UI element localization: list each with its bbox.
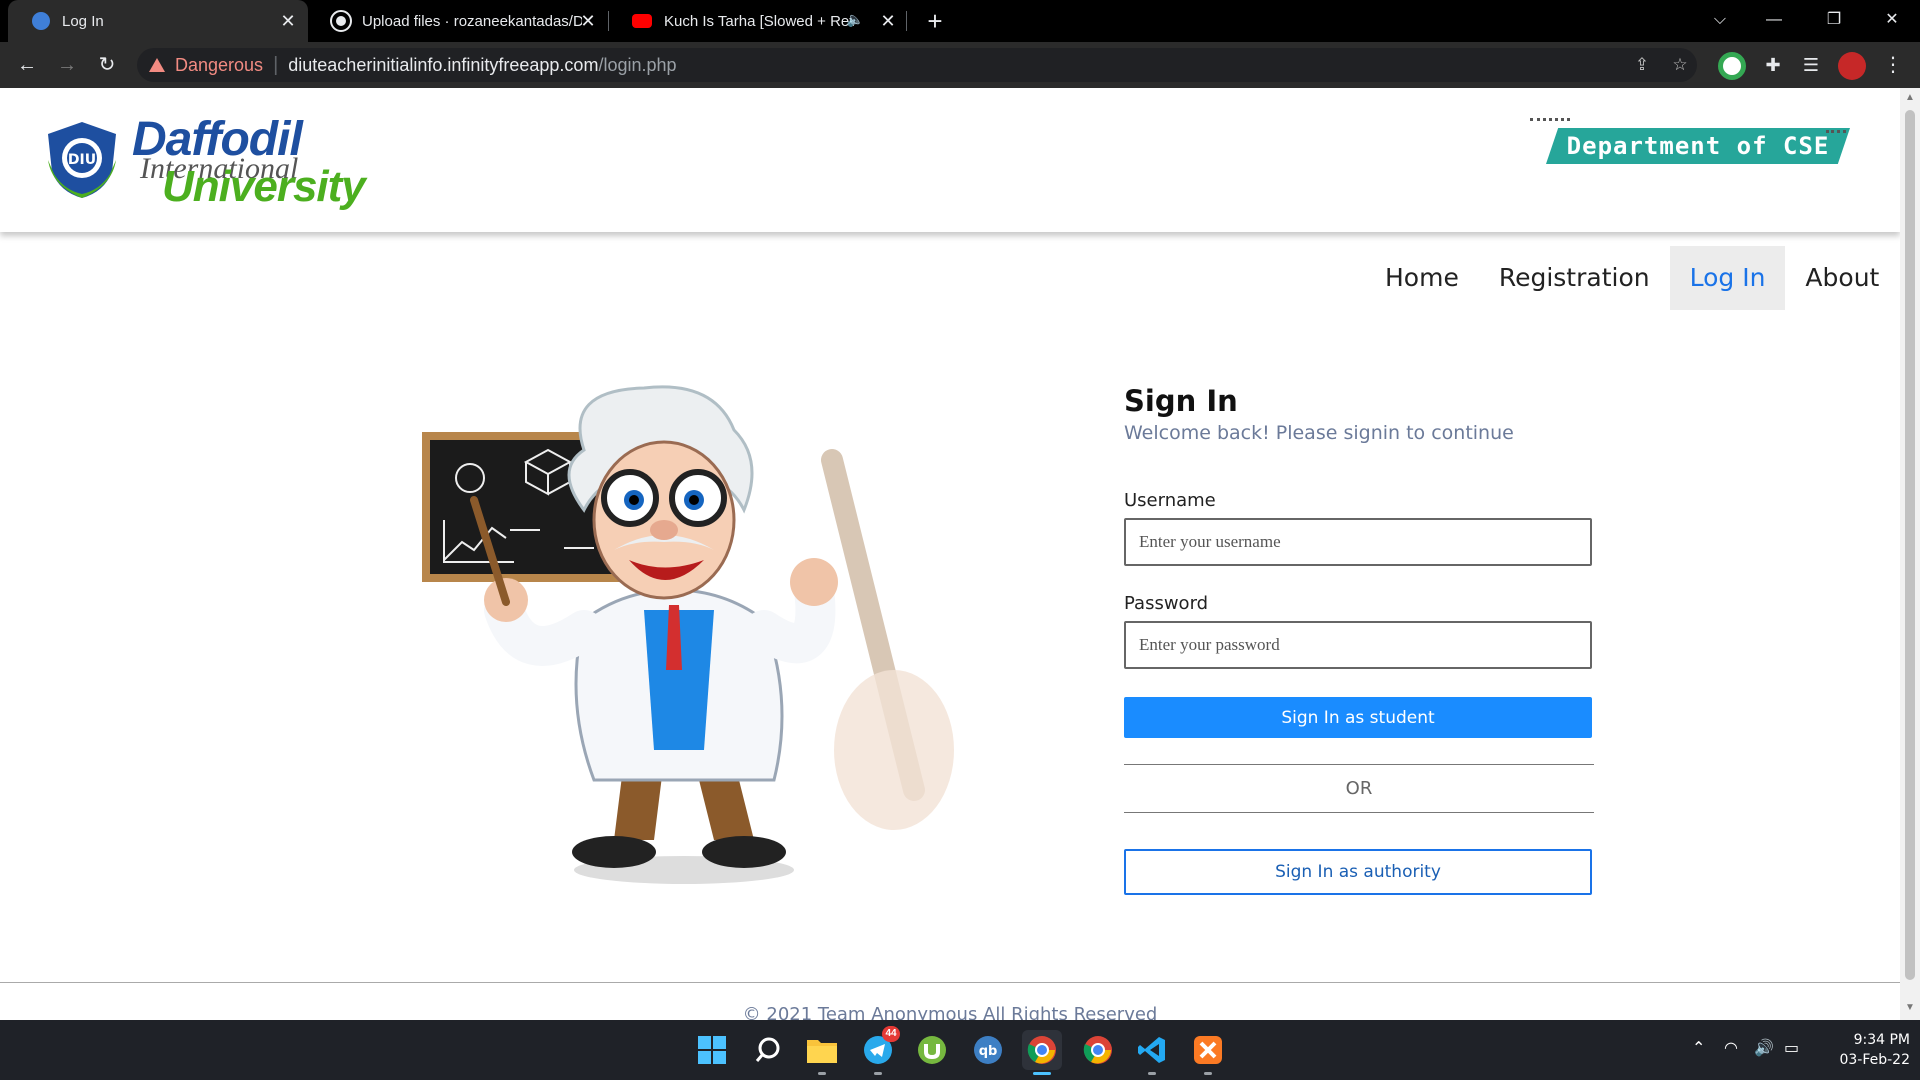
bookmark-star-icon[interactable]: ☆ xyxy=(1665,48,1695,82)
address-bar[interactable]: Dangerous | diuteacherinitialinfo.infini… xyxy=(137,48,1697,82)
show-hidden-icons-chevron-icon[interactable]: ⌃ xyxy=(1692,1038,1705,1058)
forward-button[interactable]: → xyxy=(52,50,82,80)
github-icon xyxy=(330,10,352,32)
notification-badge: 44 xyxy=(882,1026,900,1042)
profile-avatar[interactable] xyxy=(1838,52,1866,80)
running-indicator xyxy=(818,1072,826,1075)
new-tab-button[interactable]: + xyxy=(920,6,950,36)
reload-button[interactable]: ↻ xyxy=(92,50,122,80)
tab-upload-files[interactable]: Upload files · rozaneekantadas/D ✕ xyxy=(308,0,608,42)
nav-log-in[interactable]: Log In xyxy=(1669,246,1786,310)
file-explorer-icon[interactable] xyxy=(802,1030,842,1070)
qb-label: qb xyxy=(979,1044,998,1059)
footer-divider xyxy=(0,982,1900,983)
warning-icon[interactable] xyxy=(149,58,165,72)
password-input[interactable] xyxy=(1124,621,1592,669)
signin-form: Sign In Welcome back! Please signin to c… xyxy=(1124,384,1604,895)
share-icon[interactable]: ⇪ xyxy=(1627,48,1657,82)
clock-date: 03-Feb-22 xyxy=(1839,1052,1910,1068)
speaker-icon[interactable]: 🔈 xyxy=(847,11,864,28)
password-label: Password xyxy=(1124,593,1209,614)
qbittorrent-icon[interactable]: qb xyxy=(968,1030,1008,1070)
signin-title: Sign In xyxy=(1124,384,1238,418)
tab-search-dropdown-icon[interactable]: ⌵ xyxy=(1692,0,1748,42)
scroll-down-arrow-icon[interactable]: ▼ xyxy=(1904,1002,1916,1014)
scroll-thumb[interactable] xyxy=(1905,110,1915,980)
running-indicator xyxy=(1204,1072,1212,1075)
professor-illustration xyxy=(422,385,954,884)
running-indicator xyxy=(1148,1072,1156,1075)
tab-separator xyxy=(906,11,907,31)
system-clock[interactable]: 9:34 PM 03-Feb-22 xyxy=(1810,1030,1910,1070)
more-menu-icon[interactable]: ⋮ xyxy=(1878,50,1908,80)
windows-taskbar: 44 qb ⌃ ◠ 🔊 ▭ 9:34 PM 03-Feb-22 xyxy=(0,1020,1920,1080)
security-status[interactable]: Dangerous xyxy=(175,55,263,76)
tab-youtube-song[interactable]: Kuch Is Tarha [Slowed + Reve 🔈 ✕ xyxy=(608,0,908,42)
restore-button[interactable]: ❐ xyxy=(1806,0,1862,42)
diu-emblem-icon: DIU xyxy=(48,122,116,198)
dept-decoration xyxy=(1826,130,1846,133)
logo-university: University xyxy=(162,162,366,211)
username-label: Username xyxy=(1124,490,1216,511)
xampp-icon[interactable] xyxy=(1188,1030,1228,1070)
url-host: diuteacherinitialinfo.infinityfreeapp.co… xyxy=(288,54,599,75)
running-indicator xyxy=(874,1072,882,1075)
scroll-up-arrow-icon[interactable]: ▲ xyxy=(1904,92,1916,104)
vscode-icon[interactable] xyxy=(1132,1030,1172,1070)
youtube-icon xyxy=(632,14,652,28)
sign-in-authority-button[interactable]: Sign In as authority xyxy=(1124,849,1592,895)
extension-globe-icon[interactable] xyxy=(1718,52,1746,80)
or-text: OR xyxy=(1345,778,1373,799)
diu-favicon-icon xyxy=(32,12,50,30)
divider: | xyxy=(273,53,279,76)
page-viewport: DIU Daffodil International University De… xyxy=(0,88,1900,1020)
signin-subtitle: Welcome back! Please signin to continue xyxy=(1124,422,1514,444)
back-button[interactable]: ← xyxy=(12,50,42,80)
extensions-puzzle-icon[interactable]: ✚ xyxy=(1758,50,1788,80)
sign-in-student-button[interactable]: Sign In as student xyxy=(1124,697,1592,738)
nav-about[interactable]: About xyxy=(1785,246,1899,310)
tab-title: Kuch Is Tarha [Slowed + Reve xyxy=(664,12,854,30)
minimize-button[interactable]: — xyxy=(1746,0,1802,42)
telegram-icon[interactable]: 44 xyxy=(858,1026,900,1070)
or-divider-top xyxy=(1124,764,1594,765)
close-window-button[interactable]: ✕ xyxy=(1864,0,1920,42)
footer-copyright: © 2021 Team Anonymous All Rights Reserve… xyxy=(742,1004,1158,1020)
tab-log-in[interactable]: Log In ✕ xyxy=(8,0,308,42)
nav-registration[interactable]: Registration xyxy=(1479,246,1670,310)
browser-tab-bar: Log In ✕ Upload files · rozaneekantadas/… xyxy=(0,0,1920,42)
site-header: DIU Daffodil International University De… xyxy=(0,88,1900,232)
close-tab-icon[interactable]: ✕ xyxy=(878,11,898,31)
windows-start-icon[interactable] xyxy=(692,1030,732,1070)
volume-icon[interactable]: 🔊 xyxy=(1754,1038,1774,1058)
running-indicator-active xyxy=(1033,1072,1051,1075)
tab-title: Upload files · rozaneekantadas/D xyxy=(362,12,582,30)
media-control-icon[interactable]: ☰ xyxy=(1796,50,1826,80)
browser-toolbar: ← → ↻ Dangerous | diuteacherinitialinfo.… xyxy=(0,42,1920,88)
username-input[interactable] xyxy=(1124,518,1592,566)
chrome-icon[interactable] xyxy=(1022,1030,1062,1070)
nav-home[interactable]: Home xyxy=(1365,246,1479,310)
url-path: /login.php xyxy=(598,54,677,75)
chrome-profile-icon[interactable] xyxy=(1078,1030,1118,1070)
clock-time: 9:34 PM xyxy=(1853,1032,1910,1048)
utorrent-icon[interactable] xyxy=(912,1030,952,1070)
page-scrollbar[interactable]: ▲ ▼ xyxy=(1900,88,1920,1020)
battery-icon[interactable]: ▭ xyxy=(1784,1038,1799,1058)
wifi-icon[interactable]: ◠ xyxy=(1724,1038,1738,1058)
tab-title: Log In xyxy=(62,12,104,30)
main-nav: Home Registration Log In About xyxy=(1365,246,1899,310)
close-tab-icon[interactable]: ✕ xyxy=(578,11,598,31)
svg-text:DIU: DIU xyxy=(68,152,96,168)
dept-cse-badge: Department of CSE xyxy=(1546,128,1850,164)
close-tab-icon[interactable]: ✕ xyxy=(278,11,298,31)
search-icon[interactable] xyxy=(748,1030,788,1070)
or-divider-bottom xyxy=(1124,812,1594,813)
